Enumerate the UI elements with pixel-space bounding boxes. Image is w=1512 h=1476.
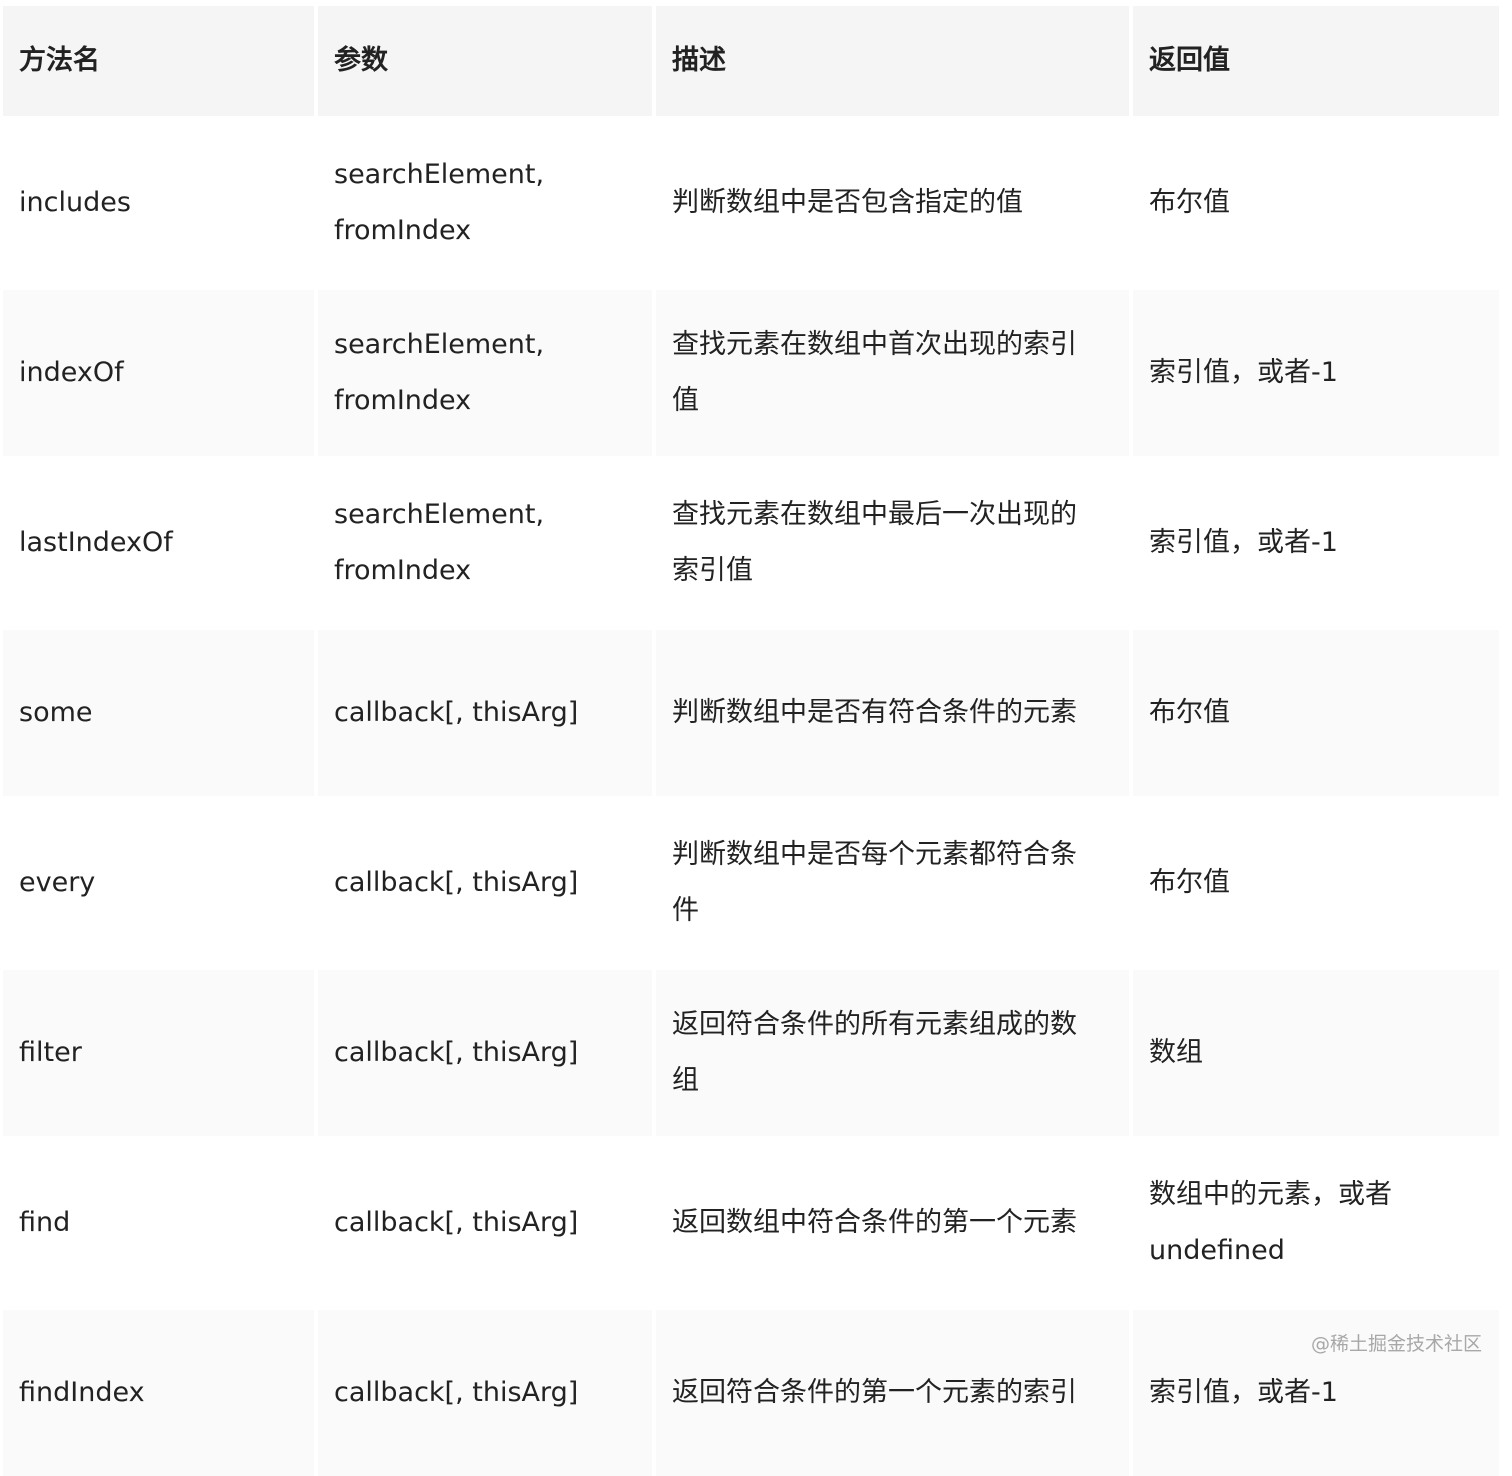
- cell-description: 查找元素在数组中最后一次出现的 索引值: [656, 460, 1129, 626]
- cell-returns: 索引值，或者-1: [1133, 290, 1499, 456]
- cell-method: includes: [3, 120, 314, 286]
- cell-params: callback[, thisArg]: [318, 1310, 652, 1476]
- cell-returns: 索引值，或者-1: [1133, 460, 1499, 626]
- array-methods-table: 方法名 参数 描述 返回值 includes searchElement, fro…: [3, 6, 1499, 1476]
- cell-returns: 布尔值: [1133, 630, 1499, 796]
- cell-description: 返回符合条件的所有元素组成的数 组: [656, 970, 1129, 1136]
- cell-method: findIndex: [3, 1310, 314, 1476]
- cell-returns: 数组: [1133, 970, 1499, 1136]
- cell-description: 查找元素在数组中首次出现的索引 值: [656, 290, 1129, 456]
- cell-params: callback[, thisArg]: [318, 970, 652, 1136]
- cell-description: 返回符合条件的第一个元素的索引: [656, 1310, 1129, 1476]
- header-returns: 返回值: [1133, 6, 1499, 116]
- header-method: 方法名: [3, 6, 314, 116]
- cell-method: filter: [3, 970, 314, 1136]
- cell-params: searchElement, fromIndex: [318, 290, 652, 456]
- cell-description: 判断数组中是否每个元素都符合条 件: [656, 800, 1129, 966]
- header-params: 参数: [318, 6, 652, 116]
- header-description: 描述: [656, 6, 1129, 116]
- table-grid: 方法名 参数 描述 返回值 includes searchElement, fro…: [3, 6, 1499, 1476]
- cell-description: 判断数组中是否有符合条件的元素: [656, 630, 1129, 796]
- cell-returns: 布尔值: [1133, 120, 1499, 286]
- cell-description: 返回数组中符合条件的第一个元素: [656, 1140, 1129, 1306]
- cell-returns: 数组中的元素，或者 undefined: [1133, 1140, 1499, 1306]
- cell-params: callback[, thisArg]: [318, 1140, 652, 1306]
- cell-returns: 布尔值: [1133, 800, 1499, 966]
- cell-method: every: [3, 800, 314, 966]
- cell-method: indexOf: [3, 290, 314, 456]
- cell-method: some: [3, 630, 314, 796]
- watermark: @稀土掘金技术社区: [1310, 1333, 1482, 1355]
- cell-description: 判断数组中是否包含指定的值: [656, 120, 1129, 286]
- cell-method: lastIndexOf: [3, 460, 314, 626]
- cell-method: find: [3, 1140, 314, 1306]
- cell-params: searchElement, fromIndex: [318, 460, 652, 626]
- cell-params: callback[, thisArg]: [318, 630, 652, 796]
- cell-params: searchElement, fromIndex: [318, 120, 652, 286]
- cell-params: callback[, thisArg]: [318, 800, 652, 966]
